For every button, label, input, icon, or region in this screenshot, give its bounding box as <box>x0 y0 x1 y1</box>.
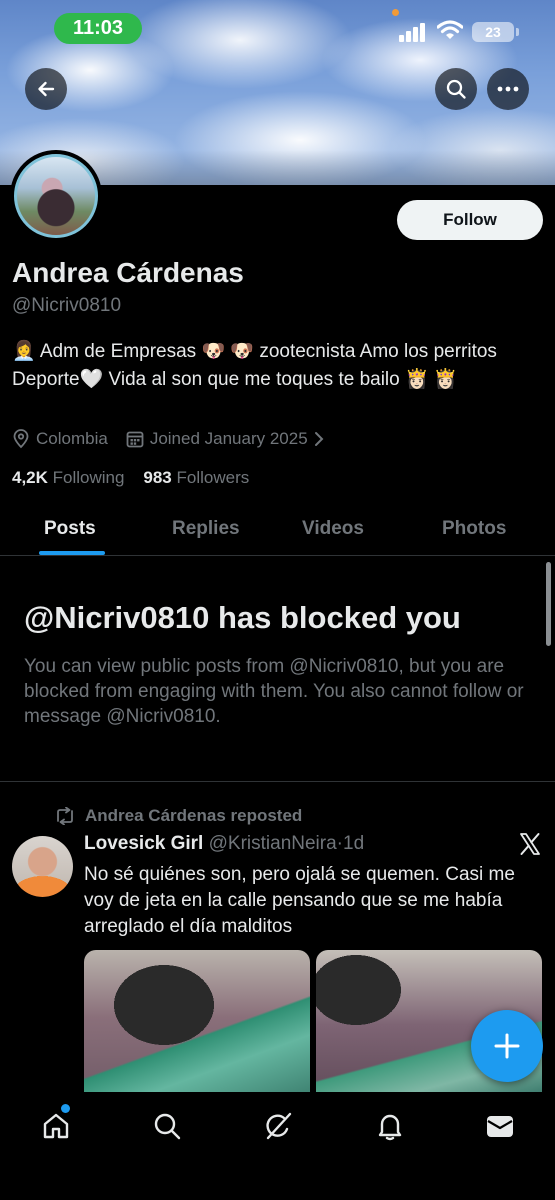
followers-count: 983 <box>143 468 172 487</box>
status-bar: 11:03 23 <box>0 0 555 56</box>
search-button[interactable] <box>435 68 477 110</box>
profile-name: Andrea Cárdenas <box>12 257 244 288</box>
wifi-icon <box>436 19 464 41</box>
post-author-avatar[interactable] <box>12 836 73 897</box>
section-divider <box>0 781 555 782</box>
post-time: 1d <box>343 833 365 854</box>
post-text: No sé quiénes son, pero ojalá se quemen.… <box>84 864 515 937</box>
profile-handle: @Nicriv0810 <box>12 295 122 316</box>
avatar-image <box>14 154 98 238</box>
location-pin-icon <box>13 429 29 449</box>
status-time: 11:03 <box>54 13 142 44</box>
tab-replies[interactable]: Replies <box>172 518 240 540</box>
repost-label: Andrea Cárdenas reposted <box>85 806 303 825</box>
scrollbar[interactable] <box>546 562 551 646</box>
post-media-image-1[interactable] <box>84 950 310 1100</box>
cellular-signal-icon <box>399 22 429 42</box>
mail-icon <box>487 1116 513 1137</box>
chevron-right-icon <box>314 432 324 446</box>
post-author-name[interactable]: Lovesick Girl <box>84 833 203 854</box>
calendar-icon <box>126 431 144 448</box>
tab-posts[interactable]: Posts <box>44 518 96 540</box>
following-label: Following <box>52 468 125 487</box>
x-logo-icon <box>518 832 542 863</box>
nav-home[interactable] <box>34 1104 78 1148</box>
nav-messages[interactable] <box>478 1104 522 1148</box>
nav-notifications[interactable] <box>368 1104 412 1148</box>
blocked-description: You can view public posts from @Nicriv08… <box>24 656 524 727</box>
profile-location: Colombia <box>36 429 108 448</box>
profile-avatar[interactable] <box>10 150 102 242</box>
back-button[interactable] <box>25 68 67 110</box>
more-icon <box>497 86 519 92</box>
follow-counts: 4,2K Following 983 Followers <box>12 468 249 488</box>
post-author-handle[interactable]: @KristianNeira <box>209 833 337 854</box>
post-header: Lovesick Girl @KristianNeira·1d <box>84 833 364 855</box>
bell-icon <box>378 1114 402 1141</box>
tab-videos[interactable]: Videos <box>302 518 364 540</box>
battery-icon: 23 <box>472 22 519 42</box>
active-tab-indicator <box>39 551 105 555</box>
grok-icon <box>266 1112 292 1140</box>
search-icon <box>446 79 466 99</box>
following-link[interactable]: 4,2K Following <box>12 468 124 487</box>
home-icon <box>43 1113 69 1139</box>
blocked-title: @Nicriv0810 has blocked you <box>24 600 461 635</box>
back-arrow-icon <box>38 81 55 97</box>
nav-search[interactable] <box>145 1104 189 1148</box>
more-options-button[interactable] <box>487 68 529 110</box>
profile-bio: 👩‍💼 Adm de Empresas 🐶 🐶 zootecnista Amo … <box>12 341 497 390</box>
followers-link[interactable]: 983 Followers <box>143 468 249 487</box>
tab-photos[interactable]: Photos <box>442 518 506 540</box>
profile-tabs: Posts Replies Videos Photos <box>0 500 555 556</box>
followers-label: Followers <box>176 468 250 487</box>
repost-indicator: Andrea Cárdenas reposted <box>54 806 302 826</box>
bottom-navigation <box>0 1092 555 1200</box>
nav-grok[interactable] <box>256 1104 300 1148</box>
profile-joined-date[interactable]: Joined January 2025 <box>150 429 308 449</box>
following-count: 4,2K <box>12 468 48 487</box>
compose-plus-icon <box>494 1033 520 1059</box>
privacy-indicator-dot <box>392 9 399 16</box>
follow-button[interactable]: Follow <box>397 200 543 240</box>
home-notification-dot <box>61 1104 70 1113</box>
compose-button[interactable] <box>471 1010 543 1082</box>
search-icon <box>154 1113 181 1140</box>
repost-icon <box>57 807 73 825</box>
profile-meta: Colombia Joined January 2025 <box>12 429 324 449</box>
